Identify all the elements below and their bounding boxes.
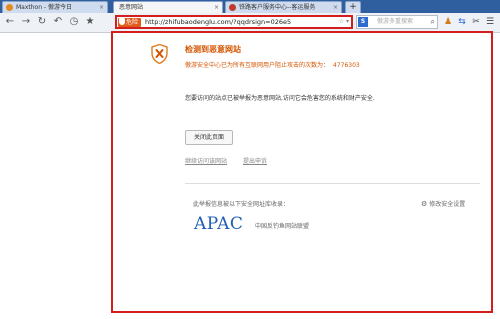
highlight-frame (111, 31, 493, 313)
undo-icon[interactable]: ↶ (52, 16, 64, 28)
tab-malicious-site[interactable]: 恶意网站 × (113, 1, 223, 13)
search-icon[interactable]: ⌕ (431, 17, 435, 27)
tab-railway-service[interactable]: 铁路客户服务中心--客运服务 × (225, 1, 342, 13)
favorites-star-icon[interactable]: ★ (84, 16, 96, 28)
tab-label: Maxthon - 傲游今日 (16, 4, 73, 11)
back-icon[interactable]: ← (4, 16, 16, 28)
shield-icon (119, 18, 125, 25)
address-bar[interactable]: 危险 http://zhifubaodenglu.com/?qqdrsign=0… (115, 15, 353, 29)
tab-maxthon[interactable]: Maxthon - 傲游今日 × (2, 1, 108, 13)
tab-label: 铁路客户服务中心--客运服务 (239, 4, 316, 11)
screenshot-icon[interactable]: ✂ (470, 16, 482, 28)
refresh-icon[interactable]: ↻ (36, 16, 48, 28)
danger-badge: 危险 (118, 18, 142, 27)
address-actions-icon[interactable]: ☆ ▾ (339, 17, 349, 27)
danger-label: 危险 (126, 19, 139, 26)
search-engine-icon[interactable]: S (358, 17, 368, 27)
toolbar: ← → ↻ ↶ ◷ ★ 危险 http://zhifubaodenglu.com… (0, 13, 500, 33)
user-icon[interactable]: ♟ (442, 16, 454, 28)
sync-icon[interactable]: ⇆ (456, 16, 468, 28)
close-icon[interactable]: × (333, 2, 338, 13)
url-text[interactable]: http://zhifubaodenglu.com/?qqdrsign=026e… (145, 17, 291, 27)
forward-icon[interactable]: → (20, 16, 32, 28)
tab-bar: Maxthon - 傲游今日 × 恶意网站 × 铁路客户服务中心--客运服务 ×… (0, 0, 500, 14)
close-icon[interactable]: × (214, 2, 219, 13)
search-box[interactable]: S 傲游多重搜索 ⌕ (356, 15, 438, 29)
close-icon[interactable]: × (99, 2, 104, 13)
history-icon[interactable]: ◷ (68, 16, 80, 28)
tab-label: 恶意网站 (119, 4, 144, 11)
menu-icon[interactable]: ☰ (484, 16, 496, 28)
search-input[interactable]: 傲游多重搜索 (377, 16, 413, 28)
railway-icon (229, 4, 236, 11)
maxthon-icon (6, 4, 13, 11)
